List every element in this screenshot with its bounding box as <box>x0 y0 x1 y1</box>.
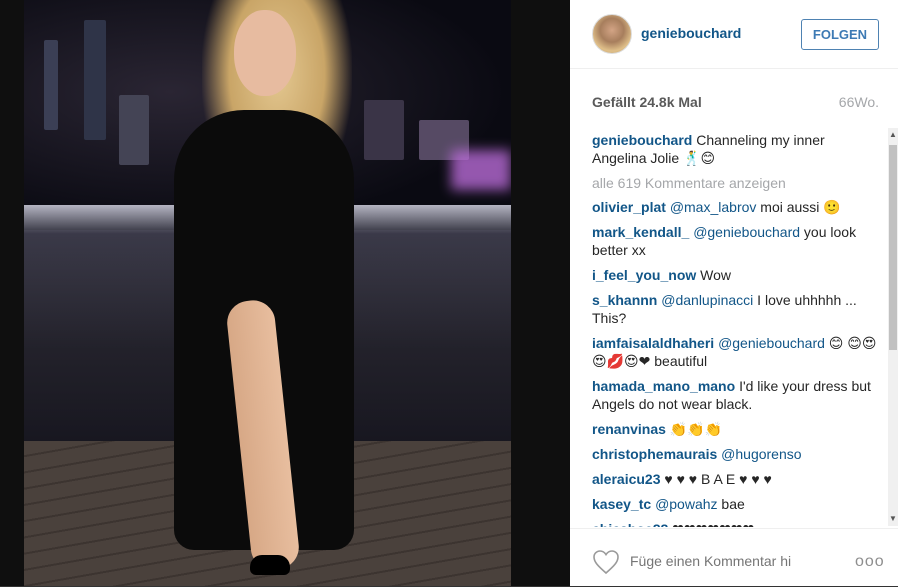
comment-username[interactable]: i_feel_you_now <box>592 267 696 283</box>
post-side-panel: geniebouchard FOLGEN Gefällt 24.8k Mal 6… <box>570 0 898 586</box>
likes-count[interactable]: Gefällt 24.8k Mal <box>592 94 702 110</box>
post-age[interactable]: 66Wo. <box>839 94 879 110</box>
comment-text: ♥ ♥ ♥ B A E ♥ ♥ ♥ <box>664 471 772 487</box>
comment-text: 👏👏👏 <box>669 421 723 437</box>
comment-item: iamfaisalaldhaheri @geniebouchard 😊 😊😍😍💋… <box>592 334 882 370</box>
comment-text: Wow <box>700 267 732 283</box>
follow-button[interactable]: FOLGEN <box>801 19 879 50</box>
comment-text: ❤❤❤❤❤❤❤ <box>672 521 754 527</box>
comment-username[interactable]: mark_kendall_ <box>592 224 689 240</box>
comment-text: bae <box>717 496 745 512</box>
comment-username[interactable]: aleraicu23 <box>592 471 661 487</box>
comment-item: kasey_tc @powahz bae <box>592 495 882 513</box>
person-face <box>234 10 296 96</box>
caption-username[interactable]: geniebouchard <box>592 132 692 148</box>
comment-mention[interactable]: @geniebouchard <box>693 224 800 240</box>
scrollbar-thumb[interactable] <box>889 145 897 350</box>
avatar[interactable] <box>592 14 632 54</box>
comment-mention[interactable]: @max_labrov <box>670 199 757 215</box>
comment-text: moi aussi 🙂 <box>756 199 841 215</box>
comment-username[interactable]: kasey_tc <box>592 496 651 512</box>
comments-list: geniebouchard Channeling my inner Angeli… <box>592 131 882 527</box>
neon-light <box>451 150 511 190</box>
comment-username[interactable]: iamfaisalaldhaheri <box>592 335 714 351</box>
comment-mention[interactable]: @hugorenso <box>721 446 801 462</box>
post-photo <box>24 0 511 586</box>
heart-outline-icon[interactable] <box>592 549 620 575</box>
comment-item: i_feel_you_now Wow <box>592 266 882 284</box>
comment-item: renanvinas 👏👏👏 <box>592 420 882 438</box>
header-username[interactable]: geniebouchard <box>641 25 741 41</box>
comment-input[interactable] <box>630 553 802 569</box>
scroll-down-arrow-icon[interactable]: ▼ <box>889 514 897 523</box>
comment-username[interactable]: olivier_plat <box>592 199 666 215</box>
comment-mention[interactable]: @geniebouchard <box>718 335 825 351</box>
post-footer: ooo <box>570 528 898 587</box>
scroll-up-arrow-icon[interactable]: ▲ <box>889 130 897 139</box>
post-header: geniebouchard FOLGEN <box>570 0 898 69</box>
load-more-comments-link[interactable]: alle 619 Kommentare anzeigen <box>592 174 882 192</box>
comment-item: olivier_plat @max_labrov moi aussi 🙂 <box>592 198 882 216</box>
comment-item: chicahoe88 ❤❤❤❤❤❤❤ <box>592 520 882 527</box>
comment-mention[interactable]: @danlupinacci <box>661 292 753 308</box>
comment-item: christophemaurais @hugorenso <box>592 445 882 463</box>
comment-item: s_khannn @danlupinacci I love uhhhhh ...… <box>592 291 882 327</box>
comment-username[interactable]: renanvinas <box>592 421 666 437</box>
comment-item: hamada_mano_mano I'd like your dress but… <box>592 377 882 413</box>
comment-username[interactable]: s_khannn <box>592 292 657 308</box>
comment-mention[interactable]: @powahz <box>655 496 717 512</box>
comment-username[interactable]: chicahoe88 <box>592 521 668 527</box>
comment-username[interactable]: christophemaurais <box>592 446 717 462</box>
comment-item: mark_kendall_ @geniebouchard you look be… <box>592 223 882 259</box>
comment-item: aleraicu23 ♥ ♥ ♥ B A E ♥ ♥ ♥ <box>592 470 882 488</box>
caption: geniebouchard Channeling my inner Angeli… <box>592 131 882 167</box>
comment-username[interactable]: hamada_mano_mano <box>592 378 735 394</box>
person-shoe <box>250 555 290 575</box>
more-options-icon[interactable]: ooo <box>855 553 885 571</box>
